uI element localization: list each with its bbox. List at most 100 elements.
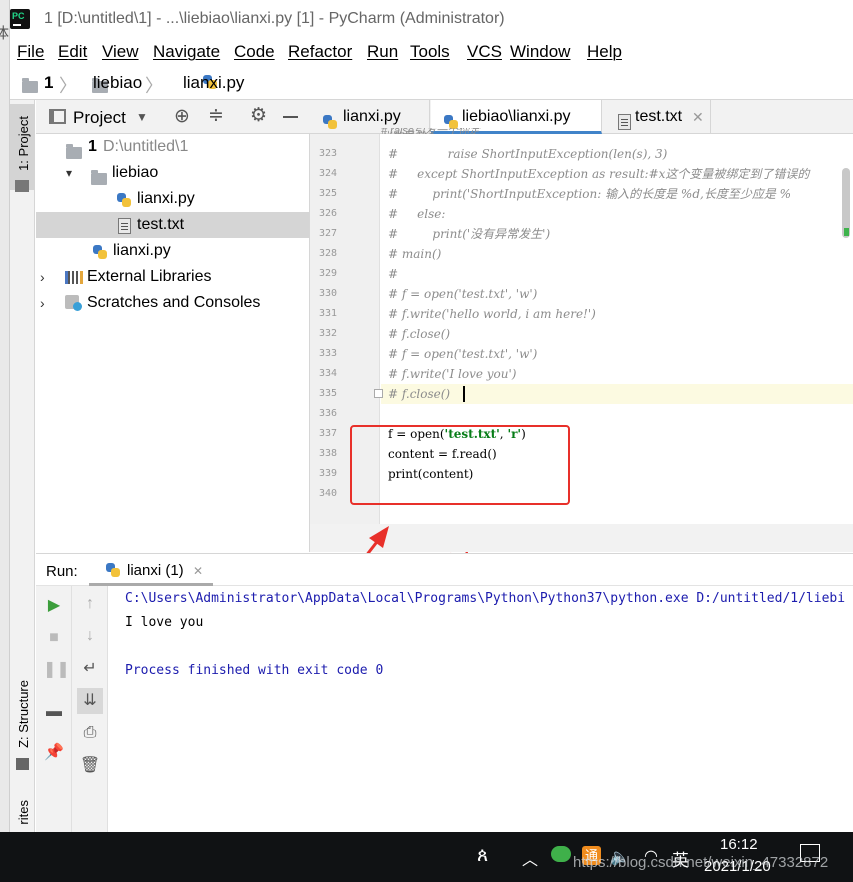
menu-refactor[interactable]: Refactor	[288, 42, 352, 62]
tree-item-label: test.txt	[137, 216, 185, 233]
code-line: # f.write('I love you')	[388, 367, 517, 381]
project-title[interactable]: Project	[73, 108, 126, 128]
collapse-all-icon[interactable]: ≑	[208, 104, 224, 127]
close-icon[interactable]: ✕	[193, 564, 203, 578]
menu-help[interactable]: Help	[587, 42, 622, 62]
gear-icon[interactable]: ⚙	[250, 104, 267, 127]
breadcrumb-folder[interactable]: liebiao	[93, 73, 142, 93]
menu-view[interactable]: View	[102, 42, 139, 62]
menu-vcs[interactable]: VCS	[467, 42, 502, 62]
locate-icon[interactable]: ⊕	[174, 105, 190, 128]
run-panel-label: Run:	[46, 563, 78, 580]
project-view-icon	[49, 109, 66, 124]
trash-icon[interactable]: 🗑	[79, 755, 101, 777]
rerun-icon[interactable]: ▶	[43, 595, 65, 617]
window-title: 1 [D:\untitled\1] - ...\liebiao\lianxi.p…	[44, 10, 505, 27]
menu-code[interactable]: Code	[234, 42, 275, 62]
tree-item-label: Scratches and Consoles	[87, 294, 261, 311]
line-number: 340	[318, 488, 337, 499]
menu-window[interactable]: Window	[510, 42, 570, 62]
chevron-up-icon[interactable]: ︿	[522, 846, 538, 870]
annotation-box	[350, 425, 570, 505]
menu-run[interactable]: Run	[367, 42, 398, 62]
console-line: Process finished with exit code 0	[125, 663, 384, 678]
stop-icon[interactable]: ■	[43, 627, 65, 649]
arrow-down-icon[interactable]: ↓	[79, 625, 101, 647]
soft-wrap-icon[interactable]: ↵	[79, 658, 101, 680]
scratches-badge-icon	[73, 302, 82, 311]
line-number: 333	[318, 348, 337, 359]
text-file-icon	[118, 218, 131, 234]
folder-icon	[22, 78, 38, 93]
close-icon[interactable]: ✕	[692, 100, 704, 134]
tree-item-label: lianxi.py	[113, 242, 171, 259]
library-icon	[65, 271, 83, 284]
people-icon[interactable]: ጰ	[477, 845, 488, 867]
tree-item-lianxi-py[interactable]: lianxi.py	[36, 186, 309, 212]
console-line: I love you	[125, 615, 204, 630]
tool-tab-project-label: 1: Project	[16, 116, 31, 171]
pause-icon[interactable]: ❚❚	[43, 659, 70, 681]
python-file-icon	[322, 114, 338, 130]
menu-edit[interactable]: Edit	[58, 42, 87, 62]
tool-tab-project[interactable]: 1: Project	[10, 104, 35, 190]
code-line: # print('没有异常发生')	[388, 227, 551, 241]
scroll-to-end-icon[interactable]: ⇊	[77, 688, 103, 714]
pin-icon[interactable]: 📌	[43, 742, 65, 764]
menu-file[interactable]: File	[17, 42, 44, 62]
line-number: 337	[318, 428, 337, 439]
code-line: # main()	[388, 247, 442, 261]
menu-navigate[interactable]: Navigate	[153, 42, 220, 62]
arrow-up-icon[interactable]: ↑	[79, 593, 101, 615]
print-icon[interactable]: ⎙	[79, 722, 101, 744]
run-console[interactable]	[109, 586, 853, 832]
tree-item-path: D:\untitled\1	[103, 138, 189, 155]
line-number: 339	[318, 468, 337, 479]
line-number: 332	[318, 328, 337, 339]
chevron-right-icon: ›	[40, 295, 45, 311]
tool-tab-structure[interactable]: Z: Structure	[10, 676, 35, 756]
inspection-ok-icon	[844, 228, 849, 236]
tree-item-label: External Libraries	[87, 268, 212, 285]
code-line: # f.write('hello world, i am here!')	[388, 307, 596, 321]
layout-icon[interactable]: ▬	[43, 701, 65, 723]
line-number: 324	[318, 168, 337, 179]
tree-item-root[interactable]: ▾ 1 D:\untitled\1	[36, 134, 309, 160]
line-number: 330	[318, 288, 337, 299]
line-number: 325	[318, 188, 337, 199]
clock-time[interactable]: 16:12	[720, 836, 758, 853]
tree-item-lianxi-py-root[interactable]: lianxi.py	[36, 238, 309, 264]
tab-label: test.txt	[635, 108, 683, 125]
tree-item-external-libraries[interactable]: › External Libraries	[36, 264, 309, 290]
code-line: # f.close()	[388, 387, 451, 401]
chevron-down-icon[interactable]: ▼	[136, 110, 148, 124]
line-number: 329	[318, 268, 337, 279]
fold-marker-icon[interactable]	[374, 389, 383, 398]
menu-tools[interactable]: Tools	[410, 42, 450, 62]
project-tool-icon	[15, 180, 29, 192]
tree-item-label: lianxi.py	[137, 190, 195, 207]
tree-item-test-txt[interactable]: test.txt	[36, 212, 309, 238]
python-file-icon	[105, 562, 121, 578]
line-number: 331	[318, 308, 337, 319]
text-file-icon	[618, 114, 631, 130]
breadcrumb-file[interactable]: lianxi.py	[183, 73, 244, 93]
tool-tab-favorites[interactable]: rites	[10, 800, 35, 832]
run-tab[interactable]: lianxi (1) ✕	[89, 556, 213, 586]
line-number: 336	[318, 408, 337, 419]
chevron-down-icon: ▾	[66, 166, 73, 180]
tree-item-liebiao[interactable]: ▾ liebiao	[36, 160, 309, 186]
line-number: 338	[318, 448, 337, 459]
tab-test-txt[interactable]: test.txt ✕	[603, 100, 711, 134]
code-line: # f.close()	[388, 327, 451, 341]
code-line: # f = open('test.txt', 'w')	[388, 347, 538, 361]
tree-item-scratches[interactable]: › Scratches and Consoles	[36, 290, 309, 316]
code-line: #	[388, 267, 399, 281]
hide-icon[interactable]	[283, 116, 298, 118]
breadcrumb-separator: 〉	[59, 76, 77, 96]
line-number: 334	[318, 368, 337, 379]
wechat-icon[interactable]	[551, 846, 571, 862]
tool-tab-structure-label: Z: Structure	[16, 680, 31, 748]
breadcrumb-root[interactable]: 1	[44, 73, 53, 93]
code-line: # raise ShortInputException(len(s), 3)	[388, 147, 668, 161]
